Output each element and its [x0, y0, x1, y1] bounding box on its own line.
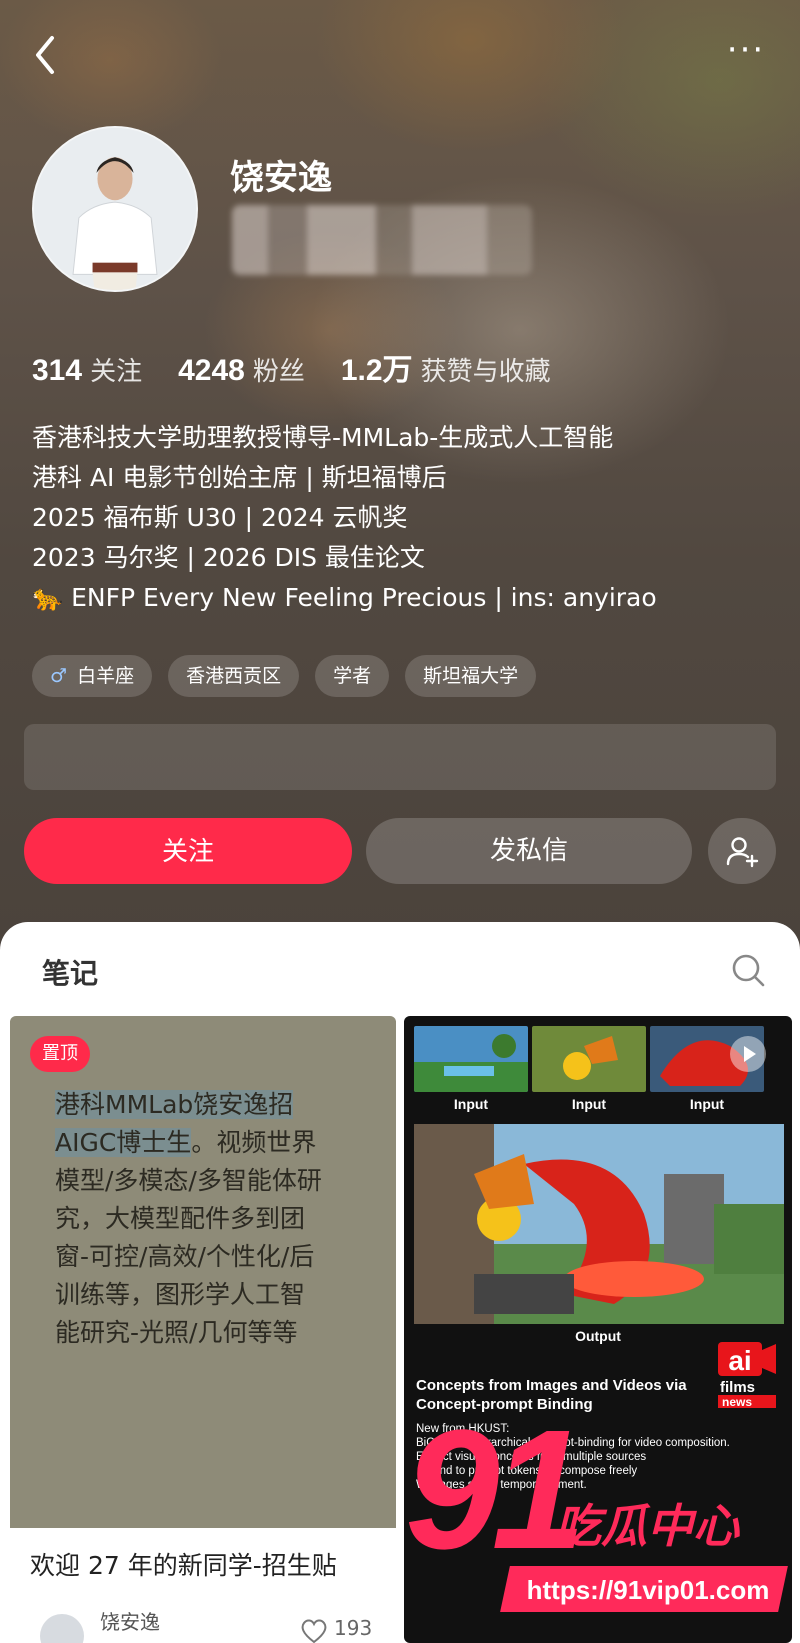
follow-button[interactable]: 关注 [24, 818, 352, 884]
search-icon[interactable] [728, 950, 768, 990]
input-label: Input [571, 1096, 607, 1112]
cover-text: 港科MMLab饶安逸招AIGC博士生。视频世界模型/多模态/多智能体研究，大模型… [55, 1086, 325, 1352]
note-title[interactable]: 欢迎 27 年的新同学-招生贴 [30, 1546, 337, 1582]
profile-bio: 香港科技大学助理教授博导-MMLab-生成式人工智能 港科 AI 电影节创始主席… [32, 418, 772, 618]
input-image [532, 1026, 646, 1092]
svg-text:ai: ai [728, 1345, 751, 1376]
likes-count[interactable]: 1.2万 [341, 345, 413, 389]
author-name[interactable]: 饶安逸 [100, 1606, 160, 1635]
followers-count[interactable]: 4248 [178, 354, 245, 388]
chevron-left-icon [36, 36, 54, 74]
svg-text:films: films [720, 1379, 755, 1396]
tag-label: 斯坦福大学 [423, 665, 519, 687]
tag-label: 白羊座 [77, 665, 135, 687]
input-label: Input [689, 1096, 725, 1112]
cover-highlight: 港科MMLab饶安逸 [55, 1090, 269, 1119]
input-image [414, 1026, 528, 1092]
add-friend-button[interactable] [708, 818, 776, 884]
cover-body: 。视频世界模型/多模态/多智能体研究，大模型配件多到团窗-可控/高效/个性化/后… [55, 1128, 322, 1347]
avatar[interactable] [32, 126, 198, 292]
site-watermark: 91 吃瓜中心 https://91vip01.com [405, 1400, 800, 1643]
bio-line: 🐆 ENFP Every New Feeling Precious | ins:… [32, 583, 657, 612]
following-count[interactable]: 314 [32, 354, 82, 388]
profile-stats: 314 关注 4248 粉丝 1.2万 获赞与收藏 [32, 345, 587, 389]
notes-tab[interactable]: 笔记 [42, 952, 98, 992]
profile-tags: ♂ 白羊座 香港西贡区 学者 斯坦福大学 [32, 655, 537, 697]
male-icon: ♂ [50, 665, 68, 687]
profile-actions: 关注 发私信 [24, 818, 776, 884]
more-dots-icon: ··· [726, 30, 766, 70]
input-label: Input [453, 1096, 489, 1112]
note-card[interactable]: 置顶 港科MMLab饶安逸招AIGC博士生。视频世界模型/多模态/多智能体研究，… [10, 1016, 396, 1643]
tag-zodiac: ♂ 白羊座 [32, 655, 153, 697]
add-user-icon [726, 837, 759, 868]
play-icon[interactable] [730, 1036, 766, 1072]
following-label[interactable]: 关注 [90, 351, 142, 388]
like-count: 193 [334, 1616, 373, 1640]
tag-occupation: 学者 [315, 655, 390, 697]
avatar-image [34, 128, 196, 290]
note-author-row: 饶安逸 193 [30, 1606, 390, 1643]
tag-location: 香港西贡区 [168, 655, 300, 697]
more-button[interactable]: ··· [718, 30, 774, 70]
note-cover: 置顶 港科MMLab饶安逸招AIGC博士生。视频世界模型/多模态/多智能体研究，… [10, 1016, 396, 1528]
blurred-info-bar[interactable] [24, 724, 776, 790]
followers-label[interactable]: 粉丝 [253, 351, 305, 388]
likes-label[interactable]: 获赞与收藏 [421, 351, 551, 388]
tag-label: 香港西贡区 [186, 665, 282, 687]
profile-name: 饶安逸 [230, 158, 332, 198]
back-button[interactable] [30, 30, 70, 80]
bio-line: 香港科技大学助理教授博导-MMLab-生成式人工智能 [32, 423, 614, 452]
bio-line: 2025 福布斯 U30 | 2024 云帆奖 [32, 503, 408, 532]
bio-line: 2023 马尔奖 | 2026 DIS 最佳论文 [32, 543, 425, 572]
bio-line: 港科 AI 电影节创始主席 | 斯坦福博后 [32, 463, 447, 492]
ai-films-news-logo: ai films news [718, 1342, 776, 1408]
watermark-logo: 91 [405, 1395, 586, 1585]
output-image [414, 1124, 784, 1324]
redacted-id [232, 205, 532, 275]
pinned-badge: 置顶 [30, 1036, 90, 1072]
heart-icon[interactable] [300, 1618, 328, 1643]
author-avatar[interactable] [40, 1614, 84, 1643]
message-button[interactable]: 发私信 [366, 818, 692, 884]
tag-school: 斯坦福大学 [405, 655, 537, 697]
watermark-text: 吃瓜中心 [555, 1499, 739, 1553]
watermark-url: https://91vip01.com [526, 1575, 770, 1605]
tag-label: 学者 [333, 665, 372, 687]
